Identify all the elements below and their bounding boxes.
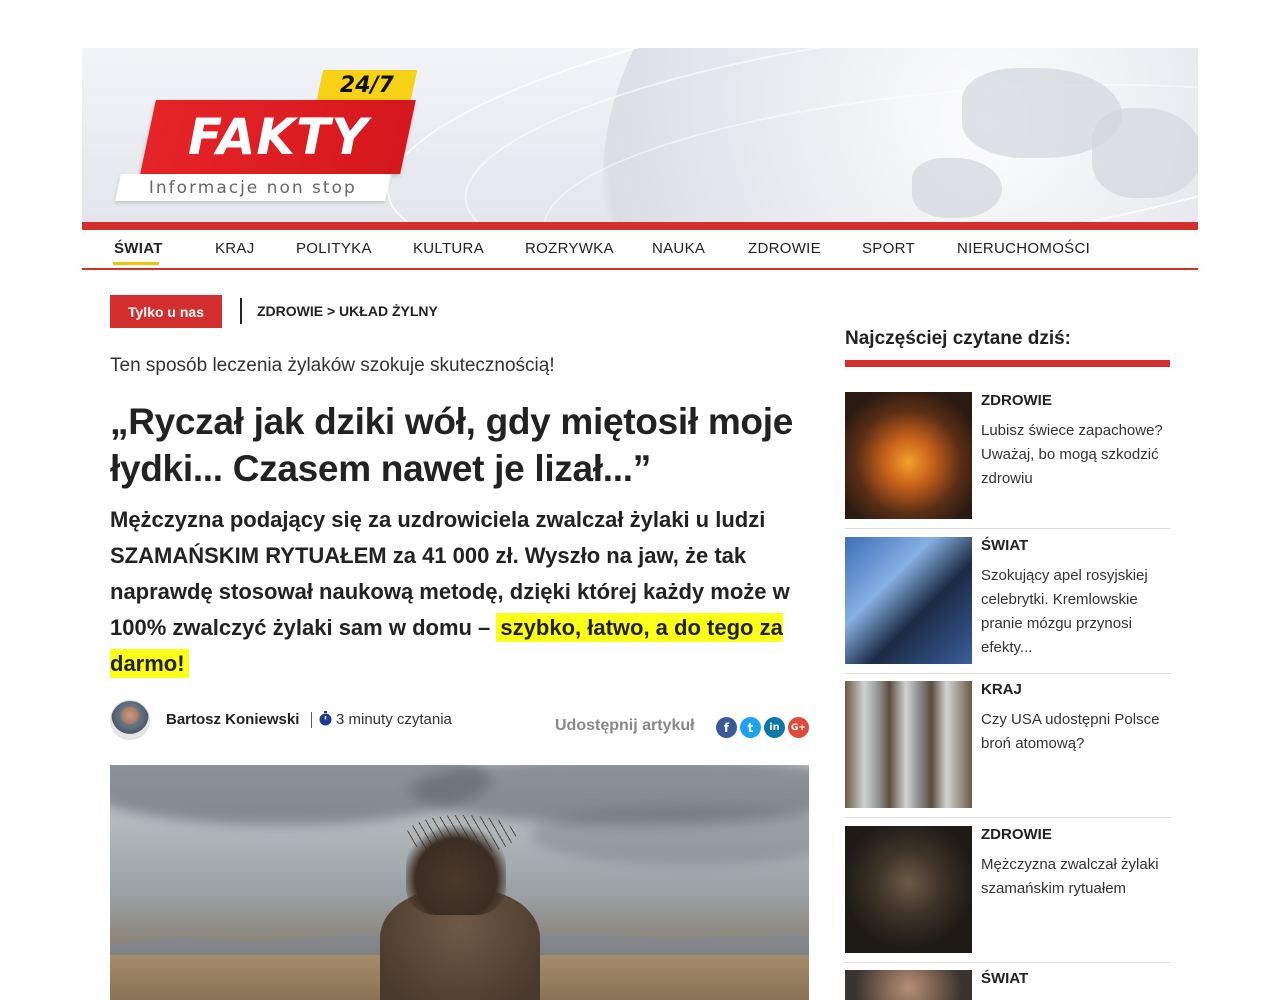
article-title[interactable]: Czy USA udostępni Polsce broń atomową?: [981, 708, 1173, 756]
nav-item-zdrowie[interactable]: ZDROWIE: [748, 240, 821, 257]
cloud-shape: [530, 805, 809, 865]
linkedin-icon[interactable]: in: [764, 717, 785, 738]
exclusive-tag[interactable]: Tylko u nas: [110, 295, 222, 328]
sidebar-article[interactable]: ŚWIAT: [845, 970, 1170, 1000]
nav-item-kultura[interactable]: KULTURA: [413, 240, 484, 257]
divider: [845, 817, 1170, 818]
article-hero-image: [110, 765, 809, 1000]
article-category[interactable]: ZDROWIE: [981, 392, 1052, 409]
article-headline: „Ryczał jak dziki wół, gdy miętosił moje…: [110, 401, 793, 489]
google-plus-icon[interactable]: G+: [788, 717, 809, 738]
main-nav: ŚWIAT KRAJ POLITYKA KULTURA ROZRYWKA NAU…: [82, 230, 1198, 270]
nav-item-nauka[interactable]: NAUKA: [652, 240, 705, 257]
logo-wordmark: FAKTY: [140, 100, 416, 174]
nav-item-kraj[interactable]: KRAJ: [215, 240, 255, 257]
divider: [845, 962, 1170, 963]
article-title[interactable]: Mężczyzna zwalczał żylaki szamańskim ryt…: [981, 853, 1173, 901]
sidebar-article[interactable]: ŚWIAT Szokujący apel rosyjskiej celebryt…: [845, 537, 1170, 682]
article-category[interactable]: KRAJ: [981, 681, 1022, 698]
map-landmass: [912, 158, 1002, 218]
twitter-icon[interactable]: t: [740, 717, 761, 738]
sidebar-article[interactable]: KRAJ Czy USA udostępni Polsce broń atomo…: [845, 681, 1170, 826]
article-title[interactable]: Lubisz świece zapachowe? Uważaj, bo mogą…: [981, 419, 1173, 491]
article-category[interactable]: ŚWIAT: [981, 537, 1028, 554]
nav-item-nieruchomosci[interactable]: NIERUCHOMOŚCI: [957, 240, 1090, 257]
logo-tagline: Informacje non stop: [115, 174, 391, 201]
divider: [845, 673, 1170, 674]
nav-top-bar: [82, 222, 1198, 230]
stopwatch-icon: [319, 711, 332, 726]
divider: [845, 528, 1170, 529]
article-thumbnail[interactable]: [845, 970, 972, 1000]
nav-item-polityka[interactable]: POLITYKA: [296, 240, 372, 257]
article-thumbnail[interactable]: [845, 537, 972, 664]
sidebar-article[interactable]: ZDROWIE Mężczyzna zwalczał żylaki szamań…: [845, 826, 1170, 971]
sidebar-accent-bar: [845, 360, 1170, 367]
nav-item-swiat[interactable]: ŚWIAT: [114, 240, 163, 257]
twig-headdress: [406, 815, 516, 855]
article-category[interactable]: ŚWIAT: [981, 970, 1028, 987]
article-subtitle: Ten sposób leczenia żylaków szokuje skut…: [110, 355, 555, 376]
nav-item-sport[interactable]: SPORT: [862, 240, 915, 257]
breadcrumb[interactable]: ZDROWIE > UKŁAD ŻYLNY: [257, 303, 438, 319]
site-header: 24/7 FAKTY Informacje non stop: [82, 48, 1198, 222]
article-title[interactable]: Szokujący apel rosyjskiej celebrytki. Kr…: [981, 564, 1173, 660]
article-thumbnail[interactable]: [845, 681, 972, 808]
sidebar-article[interactable]: ZDROWIE Lubisz świece zapachowe? Uważaj,…: [845, 392, 1170, 537]
nav-active-indicator: [113, 262, 159, 265]
article-thumbnail[interactable]: [845, 826, 972, 953]
site-logo[interactable]: 24/7 FAKTY Informacje non stop: [112, 68, 422, 208]
author-name[interactable]: Bartosz Koniewski: [166, 711, 299, 728]
map-landmass: [1092, 108, 1198, 198]
sidebar-title: Najczęściej czytane dziś:: [845, 328, 1071, 349]
nav-item-rozrywka[interactable]: ROZRYWKA: [525, 240, 614, 257]
breadcrumb-divider: [240, 298, 242, 324]
logo-badge: 24/7: [316, 70, 418, 100]
article-thumbnail[interactable]: [845, 392, 972, 519]
meta-divider: [311, 712, 312, 728]
article-lead: Mężczyzna podający się za uzdrowiciela z…: [110, 502, 810, 682]
facebook-icon[interactable]: f: [716, 717, 737, 738]
reading-time: 3 minuty czytania: [336, 711, 452, 728]
article-category[interactable]: ZDROWIE: [981, 826, 1052, 843]
share-label: Udostępnij artykuł: [555, 717, 695, 734]
author-avatar[interactable]: [110, 700, 150, 740]
